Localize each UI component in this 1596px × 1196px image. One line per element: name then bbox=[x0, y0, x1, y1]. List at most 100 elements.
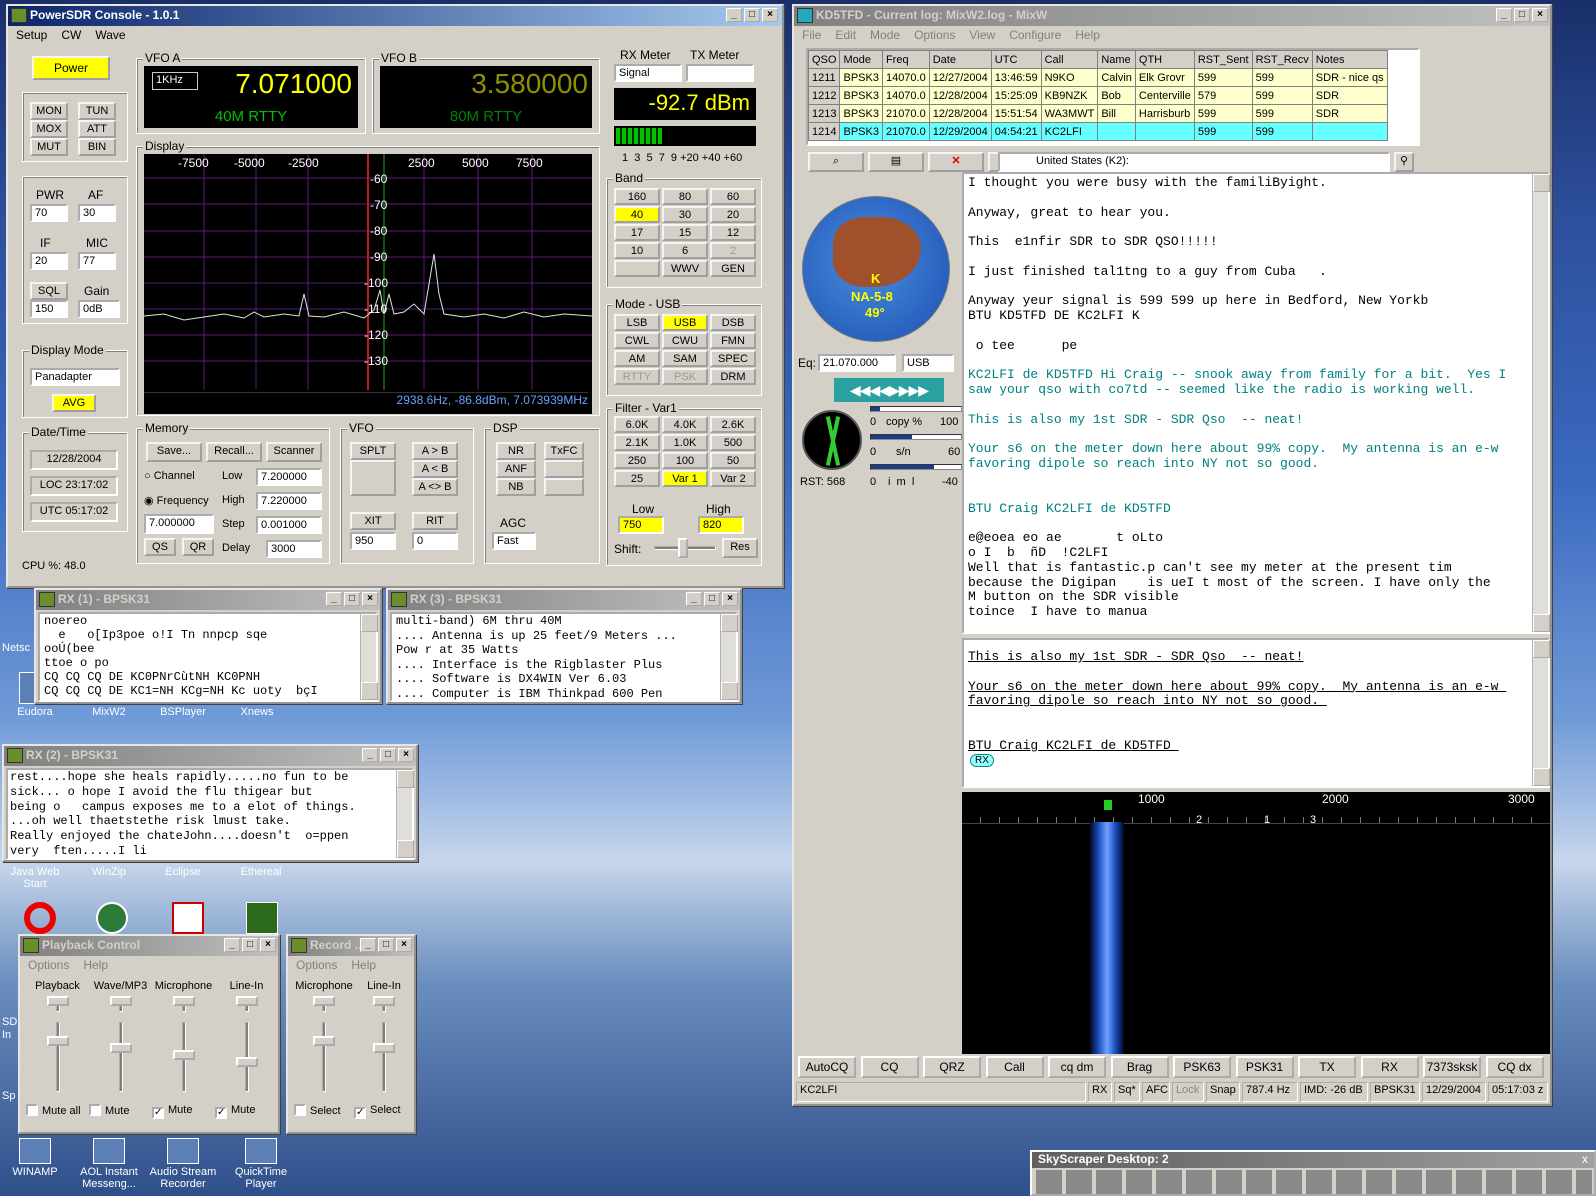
mode-button-usb[interactable]: USB bbox=[662, 314, 708, 331]
display-mode-select[interactable]: Panadapter bbox=[30, 368, 120, 386]
rx2-titlebar[interactable]: RX (2) - BPSK31 _ □ × bbox=[4, 746, 416, 766]
receive-scrollbar[interactable] bbox=[1532, 174, 1550, 632]
sql-spinner[interactable]: 150 bbox=[30, 300, 68, 318]
frequency-radio[interactable]: ◉ Frequency bbox=[144, 494, 209, 507]
b-to-a-button[interactable]: A < B bbox=[412, 460, 458, 478]
opera-icon[interactable] bbox=[24, 902, 56, 934]
band-button-17[interactable]: 17 bbox=[614, 224, 660, 241]
waterfall-display[interactable]: 1000 2000 3000 2 1 3 bbox=[962, 792, 1550, 1054]
log-cell[interactable]: 599 bbox=[1193, 104, 1253, 123]
log-cell[interactable]: 599 bbox=[1251, 86, 1313, 105]
log-cell[interactable]: 1214 bbox=[808, 122, 841, 141]
mic-spinner[interactable]: 77 bbox=[78, 252, 116, 270]
powersdr-titlebar[interactable]: PowerSDR Console - 1.0.1 _ □ × bbox=[8, 6, 782, 26]
menu-options[interactable]: Options bbox=[28, 958, 69, 972]
receive-text-pane[interactable]: I thought you were busy with the familiB… bbox=[962, 172, 1550, 634]
rx3-titlebar[interactable]: RX (3) - BPSK31 _ □ × bbox=[388, 590, 740, 610]
macro-button-qrz[interactable]: QRZ bbox=[923, 1056, 981, 1078]
mute-checkbox[interactable]: Select bbox=[294, 1104, 341, 1117]
minimize-button[interactable]: _ bbox=[362, 748, 378, 762]
vfo-a-step[interactable]: 1KHz bbox=[152, 72, 198, 90]
close-button[interactable]: × bbox=[398, 748, 414, 762]
log-cell[interactable]: 12/27/2004 bbox=[928, 68, 992, 87]
rit-button[interactable]: RIT bbox=[412, 512, 458, 530]
log-row[interactable]: 1214 BPSK3 21070.0 12/29/2004 04:54:21 KC2LFI… bbox=[808, 122, 1388, 141]
minimize-button[interactable]: _ bbox=[726, 8, 742, 22]
log-row[interactable]: 1211 BPSK3 14070.0 12/27/2004 13:46:59 N9KO Ca… bbox=[808, 68, 1388, 87]
att-button[interactable]: ATT bbox=[78, 120, 116, 138]
menu-options[interactable]: Options bbox=[296, 958, 337, 972]
balance-slider-thumb[interactable] bbox=[109, 996, 132, 1006]
search-icon[interactable]: ⚲ bbox=[1394, 152, 1414, 172]
transmit-text-pane[interactable]: This is also my 1st SDR - SDR Qso -- nea… bbox=[962, 638, 1550, 788]
log-cell[interactable] bbox=[1134, 122, 1195, 141]
scan-high-spinner[interactable]: 7.220000 bbox=[256, 492, 322, 510]
desktop-icon-winzip[interactable]: WinZip bbox=[74, 866, 144, 878]
pwr-spinner[interactable]: 70 bbox=[30, 204, 68, 222]
log-column-header[interactable]: Mode bbox=[839, 50, 883, 69]
maximize-button[interactable]: □ bbox=[242, 938, 258, 952]
globe-app-icon[interactable] bbox=[96, 902, 128, 934]
playback-titlebar[interactable]: Playback Control _ □ × bbox=[20, 936, 278, 956]
desktop-icon-ethereal[interactable]: Ethereal bbox=[226, 866, 296, 878]
band-button-80[interactable]: 80 bbox=[662, 188, 708, 205]
status-squelch[interactable]: Sq* bbox=[1114, 1082, 1140, 1102]
log-cell[interactable]: 579 bbox=[1193, 86, 1253, 105]
mode-button-drm[interactable]: DRM bbox=[710, 368, 756, 385]
minimize-button[interactable]: _ bbox=[1496, 8, 1512, 22]
maximize-button[interactable]: □ bbox=[380, 748, 396, 762]
band-button-30[interactable]: 30 bbox=[662, 206, 708, 223]
menu-mode[interactable]: Mode bbox=[870, 28, 900, 42]
volume-slider[interactable] bbox=[382, 1022, 386, 1092]
volume-slider-thumb[interactable] bbox=[109, 1043, 132, 1053]
status-mode[interactable]: BPSK31 bbox=[1370, 1082, 1420, 1102]
log-cell[interactable]: SDR bbox=[1311, 104, 1388, 123]
taskbar-close-button[interactable]: x bbox=[1582, 1152, 1588, 1166]
volume-slider[interactable] bbox=[55, 1022, 60, 1092]
filter-button-250[interactable]: 250 bbox=[614, 452, 660, 469]
log-cell[interactable]: 14070.0 bbox=[881, 68, 930, 87]
desktop-icon-winamp[interactable]: WINAMP bbox=[0, 1138, 70, 1178]
agc-select[interactable]: Fast bbox=[492, 532, 536, 550]
volume-slider-thumb[interactable] bbox=[46, 1036, 69, 1046]
mixw-titlebar[interactable]: KD5TFD - Current log: MixW2.log - MixW _… bbox=[794, 6, 1550, 26]
maximize-button[interactable]: □ bbox=[344, 592, 360, 606]
split-button[interactable]: SPLT bbox=[350, 442, 396, 460]
log-cell[interactable]: BPSK3 bbox=[839, 122, 883, 141]
log-cell[interactable]: SDR - nice qs bbox=[1311, 68, 1388, 87]
balance-slider-thumb[interactable] bbox=[172, 996, 195, 1006]
nr-button[interactable]: NR bbox=[496, 442, 536, 460]
close-button[interactable]: × bbox=[362, 592, 378, 606]
log-cell[interactable]: 14070.0 bbox=[881, 86, 930, 105]
log-cell[interactable]: BPSK3 bbox=[839, 86, 883, 105]
log-row[interactable]: 1212 BPSK3 14070.0 12/28/2004 15:25:09 KB9NZK… bbox=[808, 86, 1388, 105]
filter-button-10k[interactable]: 1.0K bbox=[662, 434, 708, 451]
log-cell[interactable]: Elk Grovr bbox=[1134, 68, 1195, 87]
bin-button[interactable]: BIN bbox=[78, 138, 116, 156]
memory-scanner-button[interactable]: Scanner bbox=[266, 442, 322, 462]
log-column-header[interactable]: Notes bbox=[1311, 50, 1388, 69]
log-column-header[interactable]: RST_Sent bbox=[1193, 50, 1253, 69]
band-button-15[interactable]: 15 bbox=[662, 224, 708, 241]
mon-button[interactable]: MON bbox=[30, 102, 68, 120]
filter-low-spinner[interactable]: 750 bbox=[618, 516, 664, 534]
maximize-button[interactable]: □ bbox=[744, 8, 760, 22]
rx1-text[interactable]: noereo e o[Ip3poe o!I Tn nnpcp sqe ooÚ(be… bbox=[38, 612, 378, 702]
band-button-160[interactable]: 160 bbox=[614, 188, 660, 205]
minimize-button[interactable]: _ bbox=[326, 592, 342, 606]
panadapter-display[interactable]: -7500 -5000 -2500 2500 5000 7500 -60 -70… bbox=[144, 154, 592, 414]
volume-slider[interactable] bbox=[322, 1022, 326, 1092]
rx1-titlebar[interactable]: RX (1) - BPSK31 _ □ × bbox=[36, 590, 380, 610]
filter-button-var1[interactable]: Var 1 bbox=[662, 470, 708, 487]
filter-button-100[interactable]: 100 bbox=[662, 452, 708, 469]
transmit-scrollbar[interactable] bbox=[1532, 640, 1550, 786]
minimize-button[interactable]: _ bbox=[224, 938, 240, 952]
filter-button-40k[interactable]: 4.0K bbox=[662, 416, 708, 433]
desktop-icon-partial[interactable]: Netsc bbox=[2, 642, 30, 654]
close-button[interactable]: × bbox=[722, 592, 738, 606]
rx3-scrollbar[interactable] bbox=[720, 614, 738, 700]
log-column-header[interactable]: Date bbox=[928, 50, 992, 69]
macro-button-call[interactable]: Call bbox=[985, 1056, 1044, 1078]
band-button-2[interactable]: 2 bbox=[710, 242, 756, 259]
log-column-header[interactable]: Freq bbox=[881, 50, 930, 69]
